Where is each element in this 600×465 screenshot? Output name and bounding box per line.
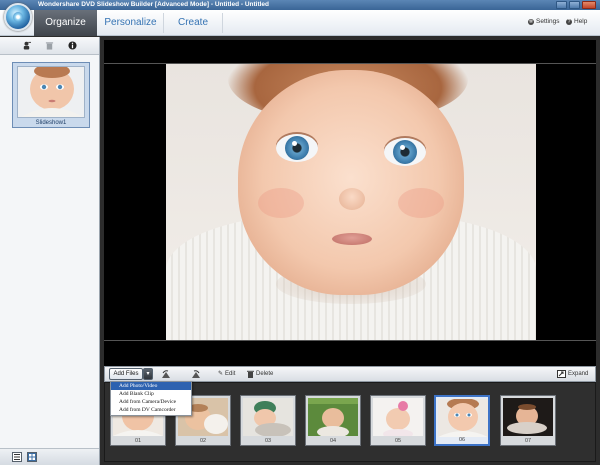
frame-image	[503, 398, 553, 436]
list-view-icon	[14, 454, 20, 460]
settings-link[interactable]: ✲ Settings	[528, 18, 560, 25]
frame-number: 03	[264, 438, 272, 444]
frame-number: 05	[394, 438, 402, 444]
frame-image	[438, 399, 488, 437]
tab-create-label: Create	[177, 17, 208, 28]
rotate-right-icon[interactable]	[191, 370, 201, 379]
add-files-button[interactable]: Add Files	[109, 368, 143, 380]
thumbnail-view-icon	[29, 454, 35, 460]
photo-eye-right	[384, 138, 426, 166]
photo-face	[238, 70, 464, 295]
rotate-left-icon[interactable]	[161, 370, 171, 379]
clip-toolbar: Add Files ▾ ✎ Edit Delete Expand	[104, 366, 596, 382]
minimize-button[interactable]	[556, 1, 567, 9]
edit-button[interactable]: ✎ Edit	[218, 370, 235, 378]
tab-organize-label: Organize	[45, 17, 86, 28]
frame-image	[373, 398, 423, 436]
frame-number: 02	[199, 438, 207, 444]
add-files-menu: Add Photo/Video Add Blank Clip Add from …	[110, 381, 192, 416]
help-link[interactable]: ? Help	[566, 18, 587, 25]
photo-mouth	[332, 233, 372, 245]
menu-item-add-blank-clip[interactable]: Add Blank Clip	[111, 390, 191, 398]
tab-personalize[interactable]: Personalize	[98, 10, 163, 36]
list-view-button[interactable]	[12, 452, 22, 462]
slideshow-panel: Slideshow1	[0, 37, 100, 465]
trash-icon	[247, 370, 254, 378]
tab-divider	[222, 13, 223, 33]
delete-label: Delete	[256, 371, 274, 377]
filmstrip-frame[interactable]: 07	[500, 395, 556, 446]
menu-item-add-from-camera[interactable]: Add from Camera/Device	[111, 398, 191, 406]
settings-label: Settings	[536, 18, 560, 25]
expand-label: Expand	[568, 371, 589, 377]
filmstrip-frame[interactable]: 04	[305, 395, 361, 446]
slideshow-toolbar	[0, 37, 99, 55]
slideshow-thumbnail[interactable]: Slideshow1	[12, 62, 90, 128]
gear-icon: ✲	[528, 18, 534, 25]
help-icon: ?	[566, 18, 572, 25]
frame-number: 01	[134, 438, 142, 444]
add-slideshow-icon[interactable]	[22, 41, 31, 50]
app-logo-icon	[4, 3, 32, 31]
info-icon[interactable]	[68, 41, 77, 50]
pencil-icon: ✎	[218, 371, 224, 377]
frame-number: 04	[329, 438, 337, 444]
photo-nose	[339, 188, 365, 210]
view-toggle-bar	[0, 448, 99, 465]
frame-number: 06	[458, 437, 466, 443]
frame-image	[308, 398, 358, 436]
maximize-button[interactable]	[569, 1, 580, 9]
menu-item-add-from-dv[interactable]: Add from DV Camcorder	[111, 406, 191, 414]
close-button[interactable]	[582, 1, 596, 9]
chevron-down-icon: ▾	[146, 371, 150, 377]
delete-slideshow-icon[interactable]	[45, 41, 54, 50]
frame-image	[243, 398, 293, 436]
title-bar: Wondershare DVD Slideshow Builder [Advan…	[0, 0, 600, 10]
filmstrip-frame[interactable]: 03	[240, 395, 296, 446]
delete-button[interactable]: Delete	[247, 370, 273, 378]
menu-item-add-photo-video[interactable]: Add Photo/Video	[111, 382, 191, 390]
preview-bottom-line	[104, 340, 596, 341]
tab-organize[interactable]: Organize	[34, 10, 97, 36]
add-files-dropdown-button[interactable]: ▾	[143, 368, 153, 380]
photo-cheek-right	[398, 188, 444, 218]
preview-photo	[166, 64, 536, 340]
tab-personalize-label: Personalize	[104, 17, 157, 28]
filmstrip-frame-selected[interactable]: 06	[434, 395, 490, 446]
frame-number: 07	[524, 438, 532, 444]
edit-label: Edit	[225, 371, 236, 377]
photo-eye-left	[276, 134, 318, 162]
main-header: Organize Personalize Create ✲ Settings ?…	[0, 3, 600, 36]
help-label: Help	[574, 18, 588, 25]
window-title: Wondershare DVD Slideshow Builder [Advan…	[38, 1, 270, 8]
slideshow-thumbnail-image	[17, 66, 85, 118]
photo-cheek-left	[258, 188, 304, 218]
expand-icon	[557, 370, 566, 378]
slideshow-name: Slideshow1	[35, 120, 67, 126]
filmstrip-frame[interactable]: 05	[370, 395, 426, 446]
thumbnail-view-button[interactable]	[27, 452, 37, 462]
tab-create[interactable]: Create	[164, 10, 222, 36]
expand-button[interactable]: Expand	[557, 370, 588, 378]
preview-area	[104, 40, 596, 366]
